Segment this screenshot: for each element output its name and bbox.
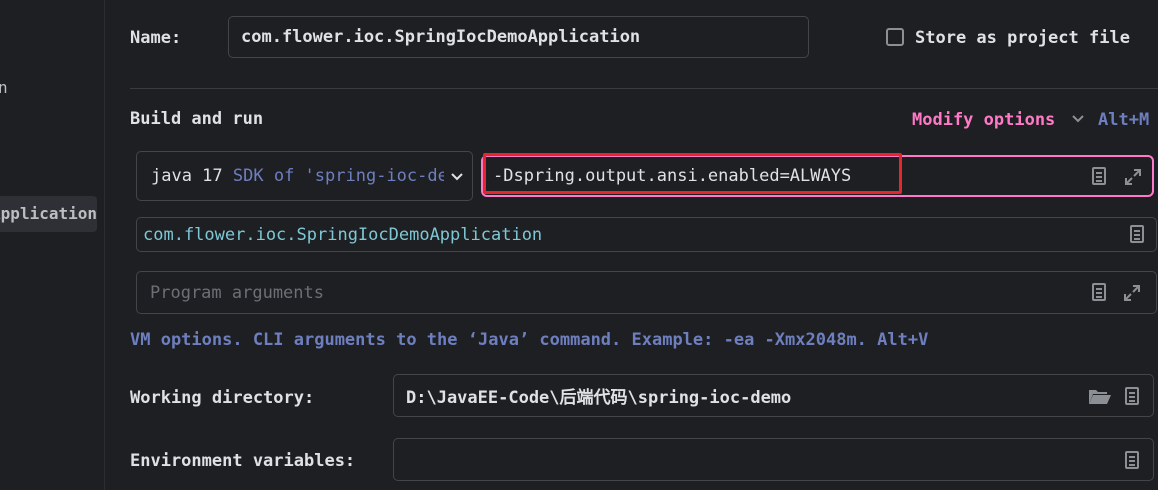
sidebar-item-label: SpringIocDemoApplication — [0, 204, 97, 223]
jdk-description: SDK of 'spring-ioc-demo' module — [232, 166, 444, 186]
doc-icon[interactable] — [1125, 387, 1139, 405]
store-as-project-file-label[interactable]: Store as project file — [915, 28, 1130, 48]
jdk-version: java 17 — [151, 166, 223, 186]
modify-options-shortcut: Alt+M — [1098, 110, 1150, 130]
expand-icon[interactable] — [1122, 283, 1142, 303]
highlight-box — [483, 153, 902, 194]
name-label: Name: — [130, 28, 182, 48]
doc-icon[interactable] — [1125, 451, 1139, 469]
sidebar: n SpringIocDemoApplication — [0, 0, 105, 490]
sidebar-item-fragment[interactable]: n — [0, 78, 8, 97]
folder-icon[interactable] — [1088, 387, 1112, 405]
program-arguments-placeholder: Program arguments — [150, 282, 324, 303]
doc-icon[interactable] — [1092, 167, 1106, 185]
jdk-select[interactable]: java 17 SDK of 'spring-ioc-demo' module — [136, 151, 473, 201]
working-directory-label: Working directory: — [130, 388, 315, 408]
environment-variables-label: Environment variables: — [130, 451, 356, 471]
working-directory-field[interactable]: D:\JavaEE-Code\后端代码\spring-ioc-demo — [393, 374, 1154, 417]
section-divider — [130, 88, 1158, 89]
working-directory-value: D:\JavaEE-Code\后端代码\spring-ioc-demo — [406, 388, 792, 408]
jdk-select-text: java 17 SDK of 'spring-ioc-demo' module — [151, 152, 444, 200]
build-and-run-title: Build and run — [130, 109, 264, 129]
sidebar-item-selected[interactable]: SpringIocDemoApplication — [0, 196, 97, 232]
doc-icon[interactable] — [1130, 225, 1144, 243]
main-class-value: com.flower.ioc.SpringIocDemoApplication — [143, 224, 543, 245]
program-arguments-field[interactable]: Program arguments — [136, 271, 1157, 314]
chevron-down-icon — [451, 173, 463, 181]
expand-icon[interactable] — [1123, 167, 1143, 187]
chevron-down-icon[interactable] — [1071, 113, 1085, 125]
store-as-project-file-checkbox[interactable] — [886, 28, 904, 46]
vm-options-hint: VM options. CLI arguments to the ‘Java’ … — [130, 330, 929, 350]
environment-variables-field[interactable] — [393, 438, 1154, 481]
name-value: com.flower.ioc.SpringIocDemoApplication — [241, 27, 641, 47]
run-config-form: Name: com.flower.ioc.SpringIocDemoApplic… — [105, 0, 1158, 490]
modify-options-link[interactable]: Modify options — [912, 110, 1055, 130]
name-field[interactable]: com.flower.ioc.SpringIocDemoApplication — [228, 16, 809, 58]
doc-icon[interactable] — [1092, 283, 1106, 301]
main-class-field[interactable]: com.flower.ioc.SpringIocDemoApplication — [136, 217, 1157, 252]
